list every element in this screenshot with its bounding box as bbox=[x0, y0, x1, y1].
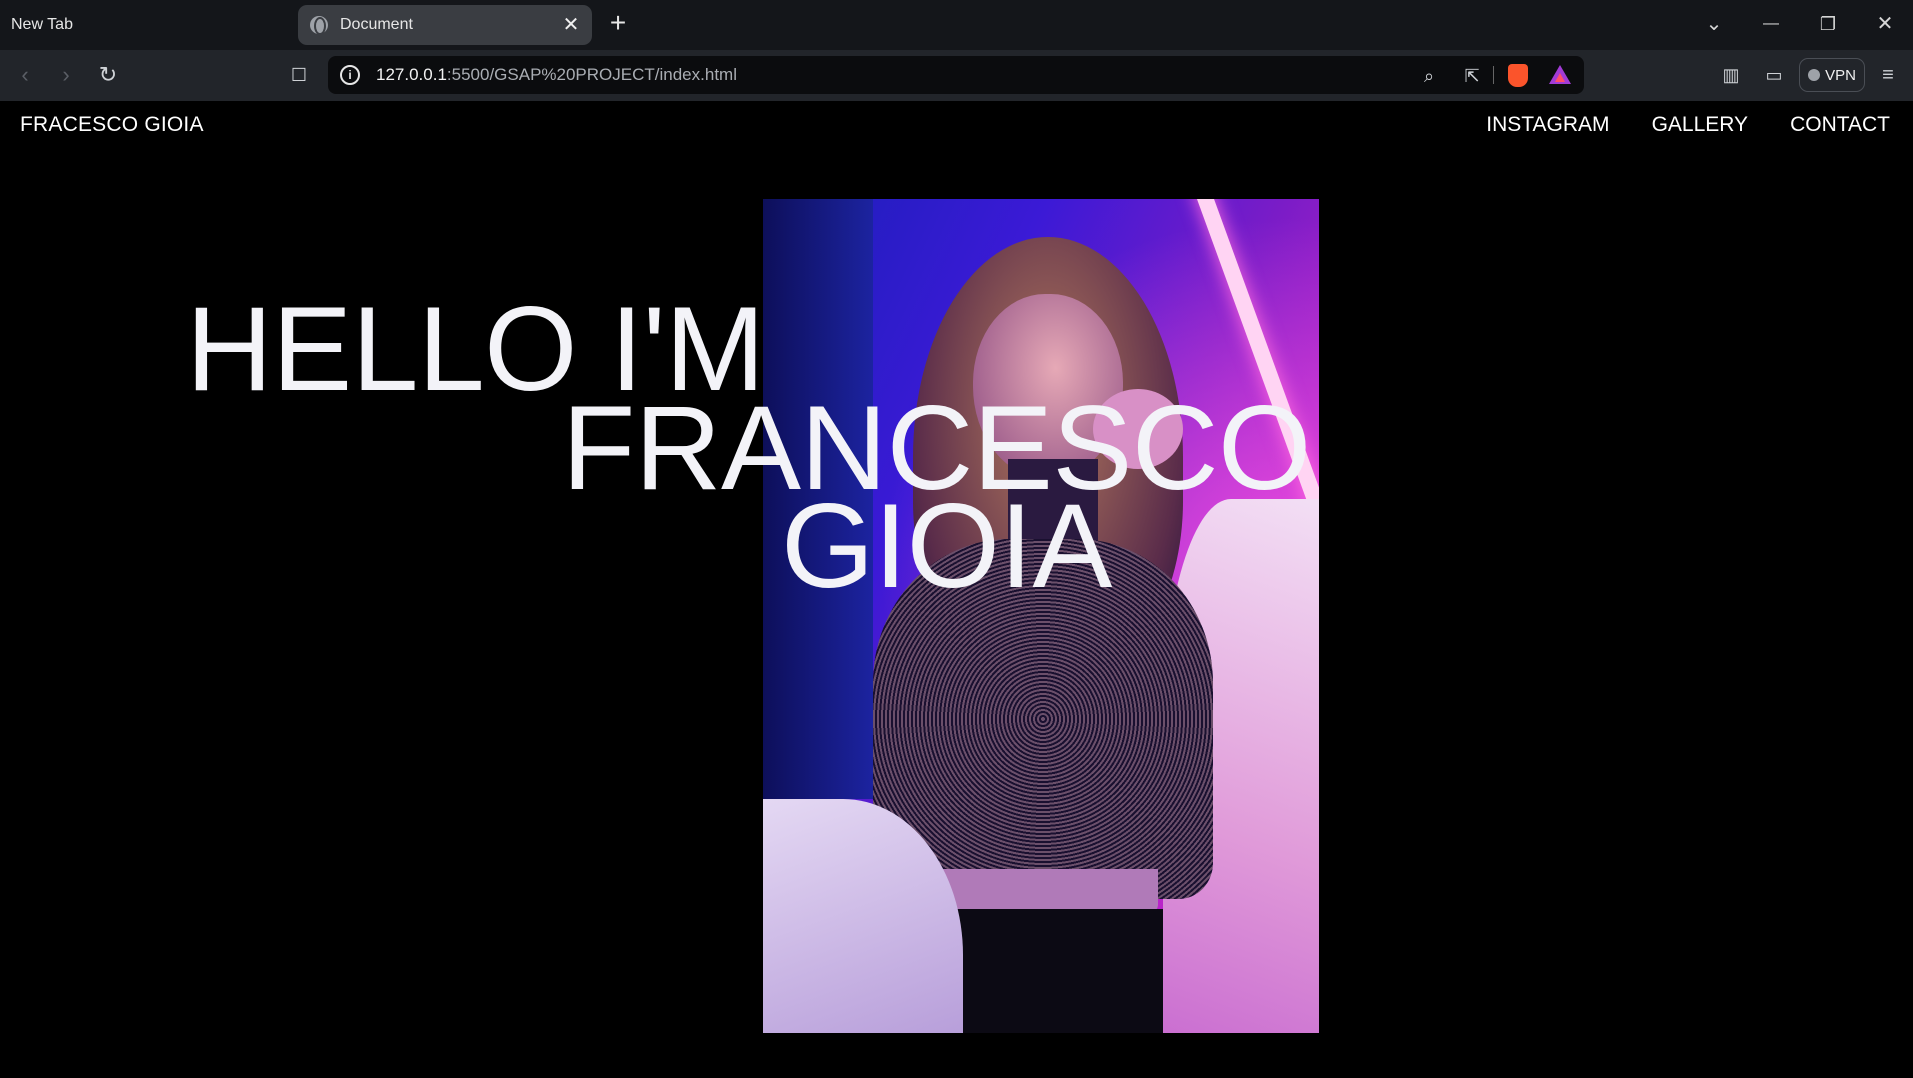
menu-icon[interactable]: ≡ bbox=[1873, 60, 1903, 90]
url-text[interactable]: 127.0.0.1:5500/GSAP%20PROJECT/index.html bbox=[376, 65, 737, 85]
wallet-icon[interactable]: ▭ bbox=[1759, 60, 1789, 90]
globe-icon bbox=[310, 16, 328, 35]
tab-title: Document bbox=[340, 16, 413, 33]
omnibox-divider bbox=[1493, 66, 1494, 84]
site-info-icon[interactable]: i bbox=[340, 65, 360, 85]
zoom-icon[interactable]: ⌕ bbox=[1417, 64, 1441, 88]
browser-tab-strip: New Tab Document ✕ + ⌄ — ❐ ✕ bbox=[0, 0, 1913, 50]
reload-icon[interactable]: ↻ bbox=[93, 60, 123, 90]
minimize-button[interactable]: — bbox=[1756, 10, 1786, 38]
forward-icon[interactable]: › bbox=[51, 60, 81, 90]
vpn-button[interactable]: VPN bbox=[1799, 58, 1865, 92]
vpn-label: VPN bbox=[1825, 66, 1856, 84]
browser-toolbar: ‹ › ↻ ☐ i 127.0.0.1:5500/GSAP%20PROJECT/… bbox=[0, 50, 1913, 101]
nav-instagram[interactable]: INSTAGRAM bbox=[1486, 113, 1609, 137]
sidebar-icon[interactable]: ▥ bbox=[1716, 60, 1746, 90]
address-bar[interactable]: i 127.0.0.1:5500/GSAP%20PROJECT/index.ht… bbox=[328, 56, 1584, 94]
nav-contact[interactable]: CONTACT bbox=[1790, 113, 1890, 137]
vpn-status-icon bbox=[1808, 69, 1821, 81]
web-page: FRACESCO GIOIA INSTAGRAM GALLERY CONTACT… bbox=[0, 101, 1913, 1078]
close-tab-icon[interactable]: ✕ bbox=[560, 14, 582, 36]
portrait-photo bbox=[763, 199, 1319, 1033]
brave-shields-icon[interactable] bbox=[1508, 64, 1528, 87]
site-brand[interactable]: FRACESCO GIOIA bbox=[20, 113, 204, 137]
tab-search-icon[interactable]: ⌄ bbox=[1699, 10, 1729, 38]
tab-new-tab[interactable]: New Tab bbox=[0, 5, 290, 45]
restore-button[interactable]: ❐ bbox=[1813, 10, 1843, 38]
nav-gallery[interactable]: GALLERY bbox=[1652, 113, 1749, 137]
back-icon[interactable]: ‹ bbox=[10, 60, 40, 90]
share-icon[interactable]: ⇱ bbox=[1460, 64, 1484, 88]
close-window-button[interactable]: ✕ bbox=[1870, 10, 1900, 38]
tab-document[interactable]: Document ✕ bbox=[298, 5, 592, 45]
bookmark-icon[interactable]: ☐ bbox=[284, 60, 314, 90]
tab-title: New Tab bbox=[11, 16, 73, 33]
headline-line-3: GIOIA bbox=[781, 479, 1112, 613]
new-tab-button[interactable]: + bbox=[604, 9, 632, 38]
brave-rewards-icon[interactable] bbox=[1549, 65, 1571, 84]
site-nav: INSTAGRAM GALLERY CONTACT bbox=[1486, 113, 1890, 137]
